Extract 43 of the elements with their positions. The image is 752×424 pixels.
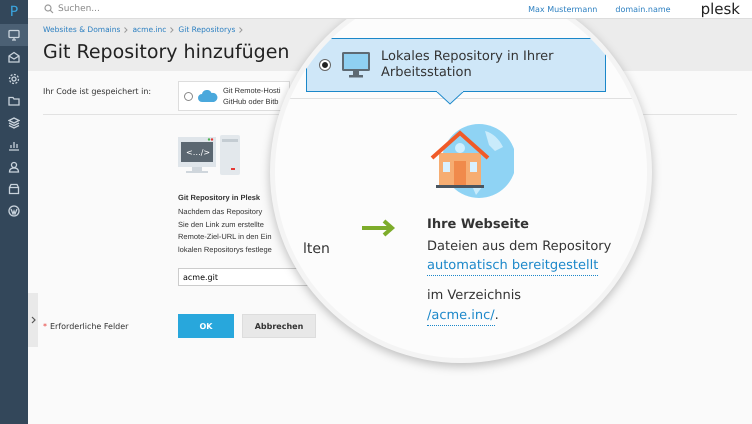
chevron-icon (124, 26, 128, 32)
option-label: Lokales Repository in Ihrer (381, 49, 554, 65)
monitor-icon (8, 29, 20, 41)
option-label: Arbeitsstation (381, 65, 473, 81)
domain-link[interactable]: domain.name (615, 4, 671, 14)
cloud-icon (198, 90, 218, 102)
field-label: Ihr Code ist gespeichert in: (43, 86, 152, 96)
bar-chart-icon (8, 139, 20, 151)
chevron-icon (170, 26, 174, 32)
radio-button[interactable] (184, 92, 193, 100)
directory-link[interactable]: /acme.inc/ (427, 307, 495, 326)
search-field[interactable]: Suchen... (58, 4, 178, 14)
user-menu[interactable]: Max Mustermann (528, 4, 598, 14)
sidebar-item[interactable] (0, 24, 28, 46)
monitor-icon (341, 50, 371, 80)
circle-logo-icon (8, 205, 20, 217)
layers-icon (8, 117, 20, 129)
ok-button[interactable]: OK (178, 314, 234, 338)
box-icon (8, 183, 20, 195)
callout-pointer (436, 91, 464, 105)
user-icon (8, 161, 20, 173)
computer-server-drawing: <…/> (178, 135, 240, 177)
description-text: lten (303, 241, 330, 257)
page-title: Git Repository hinzufügen (43, 41, 290, 63)
radio-button[interactable] (319, 59, 331, 71)
cancel-button[interactable]: Abbrechen (242, 314, 316, 338)
punctuation: . (494, 307, 499, 325)
logo[interactable]: P (0, 0, 28, 24)
chevron-icon (239, 26, 244, 32)
mail-icon (8, 51, 20, 63)
brand-logo: plesk (700, 0, 740, 18)
required-mark: * (43, 322, 47, 330)
sidebar-expand-handle[interactable] (28, 293, 38, 347)
link[interactable]: automatisch bereitgestellt (427, 257, 598, 276)
section-heading: Ihre Webseite (427, 216, 529, 234)
description-text: Dateien aus dem Repository (427, 238, 612, 256)
arrow-icon (362, 219, 396, 237)
description-text: im Verzeichnis (427, 287, 522, 305)
folder-icon (8, 95, 20, 107)
settings-icon (8, 73, 20, 85)
required-note: Erforderliche Felder (50, 322, 128, 330)
search-icon[interactable] (44, 4, 54, 14)
house-globe-icon (430, 121, 514, 199)
